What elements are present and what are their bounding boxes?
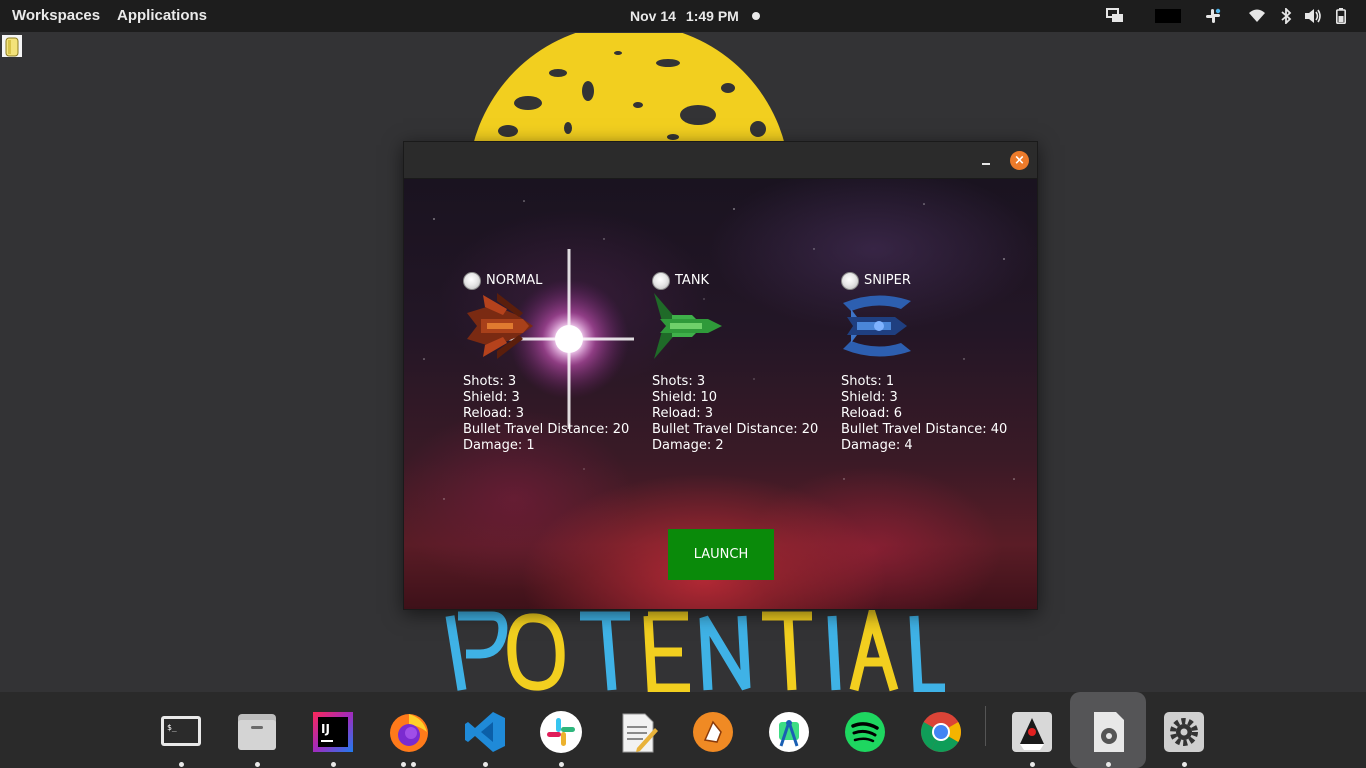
running-indicator (331, 762, 336, 767)
slack-tray-icon[interactable] (1205, 8, 1221, 24)
postman-icon (693, 712, 733, 752)
ship-select-window: × NORMAL Shots: 3 Shield: 3 Reload: 3 Bu… (403, 141, 1038, 610)
dock-firefox[interactable] (381, 702, 437, 758)
dock-slack[interactable] (533, 702, 589, 758)
chrome-icon (921, 712, 961, 752)
sniper-stats: Shots: 1 Shield: 3 Reload: 6 Bullet Trav… (841, 374, 1007, 454)
stat-reload: Reload: 3 (463, 406, 525, 421)
stat-damage: Damage: 4 (841, 438, 913, 453)
stat-shield: Shield: 10 (652, 390, 718, 405)
spotify-icon (845, 712, 885, 752)
tank-ship-icon (654, 293, 722, 359)
dock-vscode[interactable] (457, 702, 513, 758)
workspaces-menu[interactable]: Workspaces (12, 0, 100, 32)
stat-bullet-distance: Bullet Travel Distance: 40 (841, 422, 1008, 437)
stat-shield: Shield: 3 (841, 390, 898, 405)
running-indicator (401, 762, 406, 767)
battery-icon[interactable] (1336, 8, 1346, 24)
normal-stats: Shots: 3 Shield: 3 Reload: 3 Bullet Trav… (463, 374, 629, 454)
volume-icon[interactable] (1304, 8, 1322, 24)
stat-bullet-distance: Bullet Travel Distance: 20 (652, 422, 819, 437)
bluetooth-icon[interactable] (1280, 8, 1292, 24)
dock-text-editor[interactable] (609, 702, 665, 758)
ship-option-sniper: SNIPER Shots: 1 Shield: 3 Reload: 6 Bull… (841, 271, 1021, 453)
dock-terminal[interactable]: $_ (153, 702, 209, 758)
slack-icon (540, 711, 582, 753)
dock-java-app[interactable] (1004, 702, 1060, 758)
running-indicator (1030, 762, 1035, 767)
svg-text:$_: $_ (167, 723, 177, 732)
stat-damage: Damage: 2 (652, 438, 724, 453)
normal-radio-option[interactable]: NORMAL (463, 271, 643, 291)
dock-chrome[interactable] (913, 702, 969, 758)
sniper-radio-button[interactable] (841, 272, 859, 290)
running-indicator (559, 762, 564, 767)
ship-option-normal: NORMAL Shots: 3 Shield: 3 Reload: 3 Bull… (463, 271, 643, 453)
stat-damage: Damage: 1 (463, 438, 535, 453)
clock-date: Nov 14 (630, 8, 676, 24)
android-studio-icon (769, 712, 809, 752)
stat-reload: Reload: 6 (841, 406, 903, 421)
running-indicator (1106, 762, 1111, 767)
window-titlebar[interactable]: × (404, 142, 1037, 179)
ship-option-tank: TANK Shots: 3 Shield: 10 Reload: 3 Bulle… (652, 271, 832, 453)
dock-spotify[interactable] (837, 702, 893, 758)
launch-button[interactable]: LAUNCH (668, 529, 774, 580)
dock-settings[interactable] (1156, 702, 1212, 758)
dock-postman[interactable] (685, 702, 741, 758)
wallpaper-lettering-art (445, 606, 945, 692)
dock-separator (985, 706, 986, 746)
tank-radio-option[interactable]: TANK (652, 271, 832, 291)
stat-shield: Shield: 3 (463, 390, 520, 405)
display-icon[interactable] (1106, 8, 1124, 24)
clock-time: 1:49 PM (685, 8, 739, 24)
stat-reload: Reload: 3 (652, 406, 714, 421)
svg-text:IJ: IJ (321, 722, 330, 736)
dock-settings-file[interactable] (1080, 702, 1136, 758)
wallpaper-sun-art (473, 33, 785, 145)
stat-shots: Shots: 3 (463, 374, 517, 389)
running-indicator (255, 762, 260, 767)
intellij-icon: IJ (313, 712, 353, 752)
space-background: NORMAL Shots: 3 Shield: 3 Reload: 3 Bull… (404, 179, 1037, 609)
settings-file-icon (1094, 712, 1124, 752)
applications-menu[interactable]: Applications (117, 0, 207, 32)
normal-label[interactable]: NORMAL (486, 272, 542, 290)
close-button[interactable]: × (1010, 151, 1029, 170)
sniper-ship-icon (843, 295, 911, 357)
dock: $_ IJ (0, 692, 1366, 768)
running-indicator (411, 762, 416, 767)
clock[interactable]: Nov 14 1:49 PM (630, 0, 739, 32)
terminal-icon: $_ (161, 716, 201, 746)
stat-shots: Shots: 1 (841, 374, 895, 389)
tank-stats: Shots: 3 Shield: 10 Reload: 3 Bullet Tra… (652, 374, 818, 454)
running-indicator (179, 762, 184, 767)
tank-radio-button[interactable] (652, 272, 670, 290)
sniper-label[interactable]: SNIPER (864, 272, 911, 290)
notification-dot-icon (752, 12, 760, 20)
firefox-icon (390, 714, 428, 752)
running-indicator (483, 762, 488, 767)
stat-bullet-distance: Bullet Travel Distance: 20 (463, 422, 630, 437)
stat-shots: Shots: 3 (652, 374, 706, 389)
wifi-icon[interactable] (1248, 8, 1266, 24)
dock-android-studio[interactable] (761, 702, 817, 758)
tray-black-box-icon[interactable] (1155, 9, 1181, 23)
normal-radio-button[interactable] (463, 272, 481, 290)
settings-gear-icon (1164, 712, 1204, 752)
sniper-radio-option[interactable]: SNIPER (841, 271, 1021, 291)
dock-files[interactable] (229, 702, 285, 758)
vscode-icon (465, 712, 505, 752)
tank-label[interactable]: TANK (675, 272, 709, 290)
java-duke-icon (1012, 712, 1052, 752)
minimize-button[interactable] (978, 153, 994, 169)
top-bar: Workspaces Applications Nov 14 1:49 PM (0, 0, 1366, 32)
dock-intellij[interactable]: IJ (305, 702, 361, 758)
running-indicator (1182, 762, 1187, 767)
text-editor-icon (622, 713, 658, 753)
normal-ship-icon (467, 293, 533, 359)
desktop-file-icon[interactable] (0, 33, 24, 57)
files-icon (238, 714, 276, 750)
